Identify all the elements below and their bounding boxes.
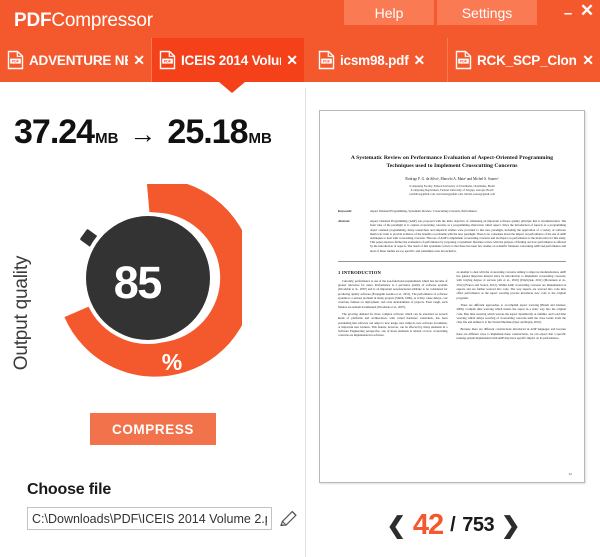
app-brand: PDFCompressor [14, 10, 153, 32]
current-page-number: 42 [412, 508, 444, 541]
section-heading: 1 INTRODUCTION [338, 269, 381, 275]
paragraph: There are different approaches to accomp… [456, 302, 567, 325]
total-page-count: 753 [462, 513, 495, 536]
pdf-file-icon: PDF [455, 50, 472, 70]
help-button[interactable]: Help [344, 0, 434, 25]
size-summary: 37.24 MB → 25.18 MB [14, 113, 272, 152]
title-bar: PDFCompressor Help Settings – ✕ [0, 0, 600, 38]
keywords-label: Keywords: [338, 209, 352, 213]
compressed-size-value: 25.18 [167, 113, 248, 151]
paper-affiliations: ¹Computing Faculty, Federal University o… [408, 184, 495, 196]
tab-label: ADVENTURE NE [29, 52, 129, 68]
output-quality-label: Output quality [11, 255, 32, 371]
tab-close-icon[interactable]: ✕ [133, 53, 145, 67]
original-size-value: 37.24 [14, 113, 95, 151]
svg-text:PDF: PDF [460, 60, 468, 64]
tab-rck-scp-clones[interactable]: PDF RCK_SCP_Clones ✕ [448, 38, 600, 82]
tab-close-icon[interactable]: ✕ [286, 53, 298, 67]
tab-adventure-ne[interactable]: PDF ADVENTURE NE ✕ [0, 38, 152, 82]
svg-text:PDF: PDF [164, 60, 172, 64]
svg-text:PDF: PDF [12, 60, 20, 64]
paragraph: Because there are different construction… [456, 327, 567, 340]
paragraph: Currently, performance is one of the non… [338, 278, 448, 309]
abstract-value: Aspect Oriented Programming (AOP) was pr… [370, 219, 566, 253]
page-folio: 42 [568, 472, 572, 476]
page-navigation: ❮ 42 / 753 ❯ [306, 503, 600, 547]
previous-page-icon[interactable]: ❮ [387, 513, 406, 537]
paper-keywords-row: Keywords: Aspect Oriented Programming, S… [338, 209, 566, 213]
page-separator: / [450, 513, 456, 536]
paper-abstract-row: Abstract: Aspect Oriented Programming (A… [338, 219, 566, 253]
paper-authors: Rodrigo F. G. da Silva¹, Marcelo A. Maia… [405, 177, 499, 181]
paper-columns: 1 INTRODUCTION Currently, performance is… [338, 270, 566, 343]
tab-close-icon[interactable]: ✕ [582, 53, 594, 67]
pdf-compressor-window: PDFCompressor Help Settings – ✕ PDF ADVE… [0, 0, 600, 557]
original-size-unit: MB [95, 130, 119, 147]
settings-button[interactable]: Settings [437, 0, 537, 25]
paper-title: A Systematic Review on Performance Evalu… [350, 155, 554, 169]
pdf-file-icon: PDF [7, 50, 24, 70]
tab-strip: PDF ADVENTURE NE ✕ PDF ICEIS 2014 Volun … [0, 38, 600, 82]
arrow-icon: → [129, 119, 157, 149]
pencil-icon[interactable] [277, 507, 299, 530]
paragraph: The growing demand for more complex soft… [338, 311, 448, 338]
paragraph: an attempt to deal with the crosscutting… [456, 269, 567, 300]
output-quality-dial[interactable]: 85 % [54, 184, 242, 380]
tab-label: ICEIS 2014 Volun [181, 52, 282, 68]
tab-close-icon[interactable]: ✕ [414, 53, 426, 67]
next-page-icon[interactable]: ❯ [501, 513, 520, 537]
keywords-value: Aspect Oriented Programming, Systematic … [370, 209, 478, 213]
tab-label: RCK_SCP_Clones [477, 52, 577, 68]
close-button[interactable]: ✕ [578, 2, 596, 19]
app-brand-light: Compressor [51, 10, 153, 31]
svg-text:PDF: PDF [323, 60, 331, 64]
choose-file-label: Choose file [27, 481, 112, 498]
compressed-size-unit: MB [248, 130, 272, 147]
paper-column-left: 1 INTRODUCTION Currently, performance is… [338, 270, 448, 343]
pdf-preview-pane: A Systematic Review on Performance Evalu… [305, 88, 600, 557]
tab-icsm98[interactable]: PDF icsm98.pdf ✕ [304, 38, 448, 82]
minimize-button[interactable]: – [559, 6, 577, 22]
tab-iceis-2014[interactable]: PDF ICEIS 2014 Volun ✕ [152, 38, 304, 82]
compress-button[interactable]: COMPRESS [90, 413, 216, 445]
pdf-file-icon: PDF [318, 50, 335, 70]
tab-label: icsm98.pdf [340, 52, 409, 68]
active-tab-indicator [219, 82, 245, 93]
pdf-file-icon: PDF [159, 50, 176, 70]
file-path-input[interactable] [27, 507, 272, 530]
app-brand-bold: PDF [14, 10, 52, 31]
paper-column-right: an attempt to deal with the crosscutting… [457, 270, 567, 343]
quality-dial-center [86, 216, 210, 340]
abstract-label: Abstract: [338, 219, 351, 224]
pdf-page-preview[interactable]: A Systematic Review on Performance Evalu… [319, 110, 585, 483]
page-divider [338, 260, 566, 262]
